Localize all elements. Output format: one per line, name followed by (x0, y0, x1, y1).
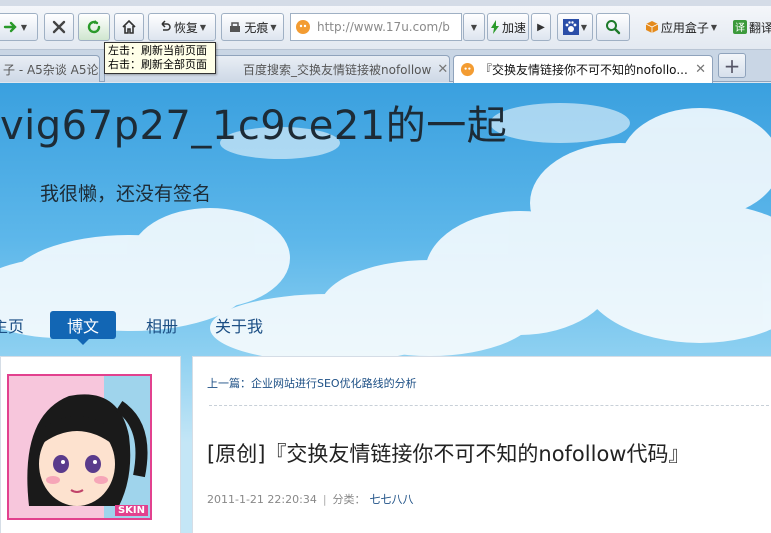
post-content: 上一篇：企业网站进行SEO优化路线的分析 [原创]『交换友情链接你不可不知的no… (192, 356, 771, 533)
nav-item-posts[interactable]: 博文 (50, 311, 117, 345)
translate-label: 翻译 (748, 20, 771, 35)
refresh-tooltip: 左击：刷新当前页面 右击：刷新全部页面 (104, 42, 216, 74)
new-tab-button[interactable]: + (718, 53, 746, 78)
blog-nav: 主页 博文 相册 关于我 (0, 311, 771, 345)
divider (209, 405, 769, 406)
chevron-down-icon: ▼ (470, 22, 478, 32)
chevron-down-icon: ▼ (20, 22, 28, 32)
post-date: 2011-1-21 22:20:34 (207, 493, 317, 506)
post-meta: 2011-1-21 22:20:34 | 分类： 七七八八 (207, 491, 414, 507)
undo-icon (161, 20, 171, 31)
search-icon (606, 20, 621, 35)
baidu-paw-icon (562, 19, 579, 35)
avatar-cartoon-girl (9, 376, 150, 518)
svg-text:译: 译 (735, 22, 745, 34)
no-trace-icon (230, 22, 241, 32)
plus-icon: + (723, 53, 741, 78)
previous-post-label: 上一篇： (207, 377, 251, 390)
no-trace-label: 无痕 (244, 20, 269, 35)
address-dropdown-button[interactable]: ▼ (463, 13, 485, 41)
category-link[interactable]: 七七八八 (370, 493, 414, 506)
speedup-label: 加速 (501, 20, 526, 35)
close-icon (52, 20, 66, 34)
blog-page: vig67p27_1c9ce21的一起 我很懒，还没有签名 主页 博文 相册 关… (0, 83, 771, 533)
avatar[interactable]: SKIN (7, 374, 152, 520)
translate-icon: 译 (732, 20, 747, 34)
forward-button[interactable]: ▼ (0, 13, 38, 41)
refresh-icon (87, 20, 101, 34)
top-strip (0, 0, 771, 6)
category-label: 分类： (332, 493, 366, 506)
search-engine-button[interactable]: ▼ (557, 13, 593, 41)
sidebar: SKIN (0, 356, 181, 533)
close-icon[interactable]: ✕ (431, 62, 448, 77)
lightning-icon (490, 20, 499, 34)
tab-label: 『交换友情链接你不可不知的nofollo... (480, 63, 688, 77)
home-icon (122, 19, 136, 34)
tooltip-line-2: 右击：刷新全部页面 (108, 58, 207, 71)
restore-label: 恢复 (173, 20, 198, 35)
nav-item-home[interactable]: 主页 (0, 311, 24, 339)
cube-icon (645, 21, 659, 33)
tab-label: 子 - A5杂谈 A5论坛 (3, 62, 100, 77)
skin-badge: SKIN (114, 505, 148, 516)
chevron-down-icon: ▼ (199, 22, 207, 32)
go-button[interactable]: ▶ (531, 13, 551, 41)
blog-signature: 我很懒，还没有签名 (40, 183, 212, 205)
tooltip-line-1: 左击：刷新当前页面 (108, 44, 207, 57)
tab-current-post[interactable]: 『交换友情链接你不可不知的nofollo... ✕ (453, 55, 713, 83)
refresh-button[interactable] (78, 13, 110, 41)
chevron-down-icon: ▼ (270, 22, 277, 32)
close-icon[interactable]: ✕ (689, 62, 706, 77)
app-box-button[interactable]: 应用盒子 ▼ (639, 13, 723, 41)
nav-item-about[interactable]: 关于我 (215, 311, 263, 339)
forward-arrow-icon (3, 21, 17, 33)
home-button[interactable] (114, 13, 144, 41)
post-title: [原创]『交换友情链接你不可不知的nofollow代码』 (207, 442, 690, 466)
url-text: http://www.17u.com/b (317, 20, 450, 34)
restore-button[interactable]: 恢复 ▼ (148, 13, 216, 41)
no-trace-button[interactable]: 无痕 ▼ (221, 13, 284, 41)
app-box-label: 应用盒子 (660, 20, 709, 35)
translate-button[interactable]: 译 翻译 (728, 13, 771, 41)
speedup-button[interactable]: 加速 (487, 13, 529, 41)
meta-separator: | (322, 493, 327, 506)
play-arrow-icon: ▶ (537, 21, 545, 33)
address-bar[interactable]: http://www.17u.com/b (290, 13, 462, 41)
chevron-down-icon: ▼ (710, 22, 718, 32)
chevron-down-icon: ▼ (580, 22, 588, 32)
stop-button[interactable] (44, 13, 74, 41)
tab-a5[interactable]: 子 - A5杂谈 A5论坛 (0, 55, 100, 82)
blog-title: vig67p27_1c9ce21的一起 (0, 103, 508, 149)
previous-post-title: 企业网站进行SEO优化路线的分析 (251, 377, 417, 390)
tab-label: 百度搜索_交换友情链接被nofollow (243, 62, 432, 77)
search-button[interactable] (596, 13, 630, 41)
site-favicon-icon (296, 20, 310, 34)
previous-post-link[interactable]: 上一篇：企业网站进行SEO优化路线的分析 (207, 375, 417, 391)
site-favicon-icon (460, 62, 475, 77)
nav-item-album[interactable]: 相册 (146, 311, 178, 339)
